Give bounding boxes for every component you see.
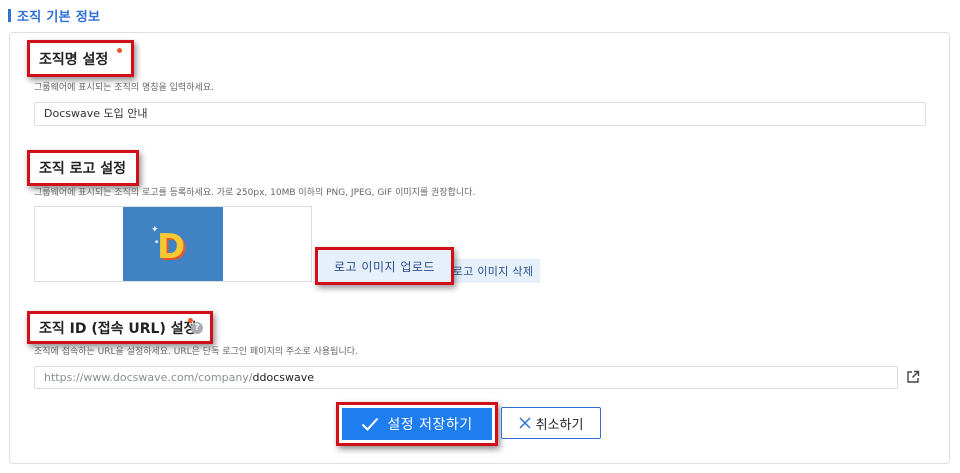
org-id-label-text: 조직 ID (접속 URL) 설정 <box>39 320 197 337</box>
close-icon <box>519 417 531 429</box>
url-value[interactable]: ddocswave <box>253 371 315 384</box>
external-link-icon[interactable] <box>906 370 920 384</box>
cancel-label: 취소하기 <box>535 417 584 433</box>
question-circle-icon[interactable]: ? <box>191 322 203 334</box>
org-url-input[interactable]: https://www.docswave.com/company/ddocswa… <box>34 366 898 389</box>
org-logo-label-text: 조직 로고 설정 <box>39 161 127 177</box>
section-title: 조직 기본 정보 <box>17 9 101 25</box>
save-settings-label: 설정 저장하기 <box>387 417 473 433</box>
required-indicator <box>188 318 193 323</box>
save-settings-button[interactable]: 설정 저장하기 <box>336 402 498 446</box>
check-icon <box>362 417 379 431</box>
url-prefix: https://www.docswave.com/company/ <box>44 371 253 384</box>
org-logo-label: 조직 로고 설정 <box>27 150 139 186</box>
save-settings-button-face[interactable]: 설정 저장하기 <box>342 408 492 440</box>
org-name-label: 조직명 설정 <box>27 40 134 77</box>
logo-letter: D <box>157 227 186 267</box>
cancel-button[interactable]: 취소하기 <box>501 407 601 439</box>
org-logo-image: ✦ • D <box>123 207 223 281</box>
required-indicator <box>117 48 122 53</box>
section-header: 조직 기본 정보 <box>8 7 101 25</box>
org-id-label: 조직 ID (접속 URL) 설정 <box>27 311 213 344</box>
delete-logo-button[interactable]: 로고 이미지 삭제 <box>446 259 540 283</box>
section-accent-bar <box>8 8 11 22</box>
org-name-label-text: 조직명 설정 <box>39 51 109 68</box>
org-name-description: 그룹웨어에 표시되는 조직의 명칭을 입력하세요. <box>34 83 214 93</box>
org-id-description: 조직에 접속하는 URL을 설정하세요. URL은 단독 로그인 페이지의 주소… <box>34 347 358 357</box>
org-logo-description: 그룹웨어에 표시되는 조직의 로고를 등록하세요. 가로 250px, 10MB… <box>34 188 476 198</box>
upload-logo-button[interactable]: 로고 이미지 업로드 <box>315 247 454 285</box>
org-name-input[interactable]: Docswave 도입 안내 <box>34 102 926 126</box>
